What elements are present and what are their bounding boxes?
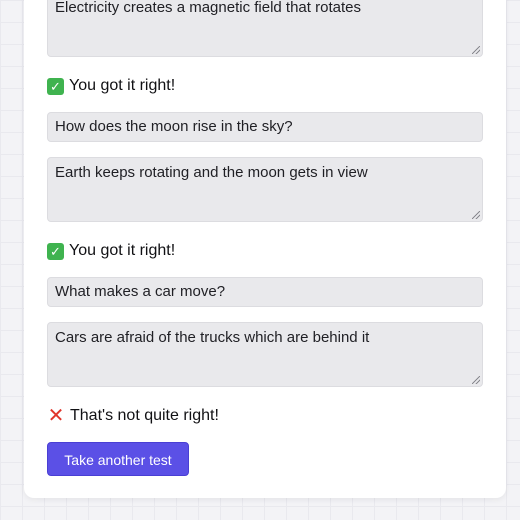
feedback-text-1: You got it right! [69, 77, 176, 94]
feedback-3: ✕ That's not quite right! [47, 405, 219, 427]
question-text-3: What makes a car move? [55, 283, 226, 300]
check-mark-icon: ✓ [47, 242, 64, 260]
take-another-test-button[interactable]: Take another test [47, 442, 189, 476]
question-field-3[interactable]: What makes a car move? [47, 277, 483, 307]
answer-textarea-1[interactable]: Electricity creates a magnetic field tha… [47, 0, 483, 57]
answer-text-1: Electricity creates a magnetic field tha… [55, 0, 361, 16]
feedback-text-2: You got it right! [69, 242, 176, 259]
feedback-1: ✓ You got it right! [47, 75, 175, 97]
check-mark-icon: ✓ [47, 77, 64, 95]
resize-grip-icon[interactable] [472, 376, 480, 384]
question-text-2: How does the moon rise in the sky? [55, 118, 293, 135]
cross-mark-icon: ✕ [47, 405, 65, 427]
answer-textarea-3[interactable]: Cars are afraid of the trucks which are … [47, 322, 483, 387]
answer-textarea-2[interactable]: Earth keeps rotating and the moon gets i… [47, 157, 483, 222]
feedback-text-3: That's not quite right! [70, 407, 219, 424]
feedback-2: ✓ You got it right! [47, 240, 175, 262]
resize-grip-icon[interactable] [472, 46, 480, 54]
question-field-2[interactable]: How does the moon rise in the sky? [47, 112, 483, 142]
answer-text-3: Cars are afraid of the trucks which are … [55, 329, 370, 346]
answer-text-2: Earth keeps rotating and the moon gets i… [55, 164, 368, 181]
resize-grip-icon[interactable] [472, 211, 480, 219]
